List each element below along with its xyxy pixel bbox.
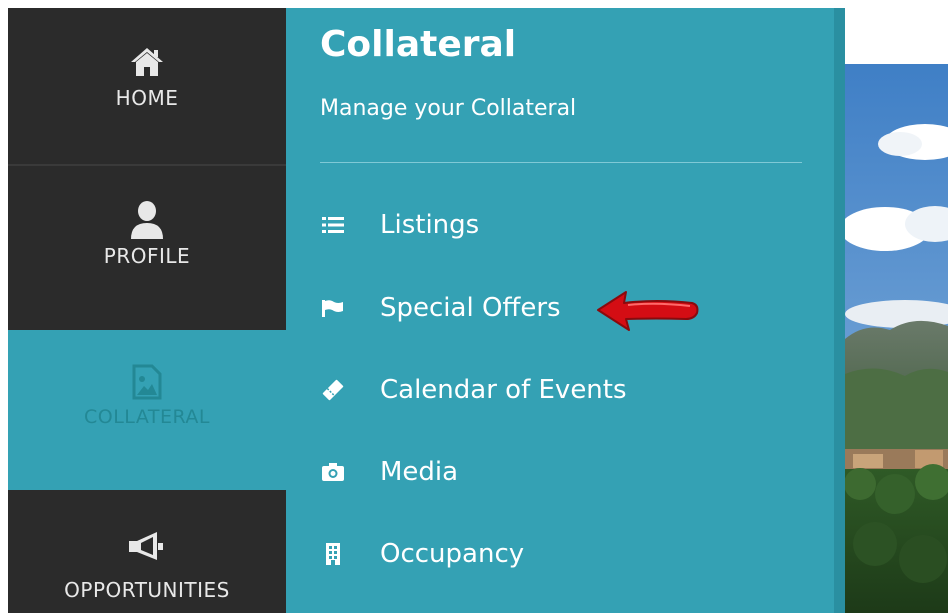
menu-label: Occupancy (380, 539, 525, 569)
nav-label: PROFILE (103, 244, 191, 268)
megaphone-icon (127, 528, 167, 564)
menu-item-special-offers[interactable]: Special Offers (320, 286, 561, 330)
menu-item-occupancy[interactable]: Occupancy (320, 532, 524, 576)
background-landscape-image (845, 64, 948, 613)
user-icon (129, 201, 165, 239)
menu-item-calendar-of-events[interactable]: Calendar of Events (320, 368, 627, 412)
menu-item-media[interactable]: Media (320, 450, 458, 494)
image-icon (132, 364, 162, 400)
panel-subtitle: Manage your Collateral (320, 96, 577, 121)
callout-arrow (597, 291, 699, 331)
nav-item-profile[interactable]: PROFILE (8, 166, 286, 330)
list-icon (320, 212, 346, 238)
nav-label: COLLATERAL (84, 406, 210, 428)
nav-item-opportunities[interactable]: OPPORTUNITIES (8, 490, 286, 613)
nav-label: HOME (115, 86, 179, 110)
flag-icon (320, 295, 346, 321)
main-nav: HOME PROFILE COLLATERAL OPPORTUNITIES (8, 8, 286, 613)
menu-label: Special Offers (380, 293, 561, 323)
menu-label: Calendar of Events (380, 375, 627, 405)
menu-label: Listings (380, 210, 480, 240)
menu-label: Media (380, 457, 459, 487)
panel-title: Collateral (320, 24, 517, 65)
ticket-icon (320, 377, 346, 403)
home-icon (130, 44, 164, 80)
camera-icon (320, 459, 346, 485)
building-icon (320, 541, 346, 567)
collateral-submenu: Collateral Manage your Collateral Listin… (286, 8, 834, 613)
menu-item-listings[interactable]: Listings (320, 203, 479, 247)
panel-edge (834, 8, 845, 613)
nav-label: OPPORTUNITIES (64, 578, 230, 602)
nav-item-collateral[interactable]: COLLATERAL (8, 330, 286, 490)
nav-item-home[interactable]: HOME (8, 8, 286, 166)
divider (320, 162, 802, 163)
